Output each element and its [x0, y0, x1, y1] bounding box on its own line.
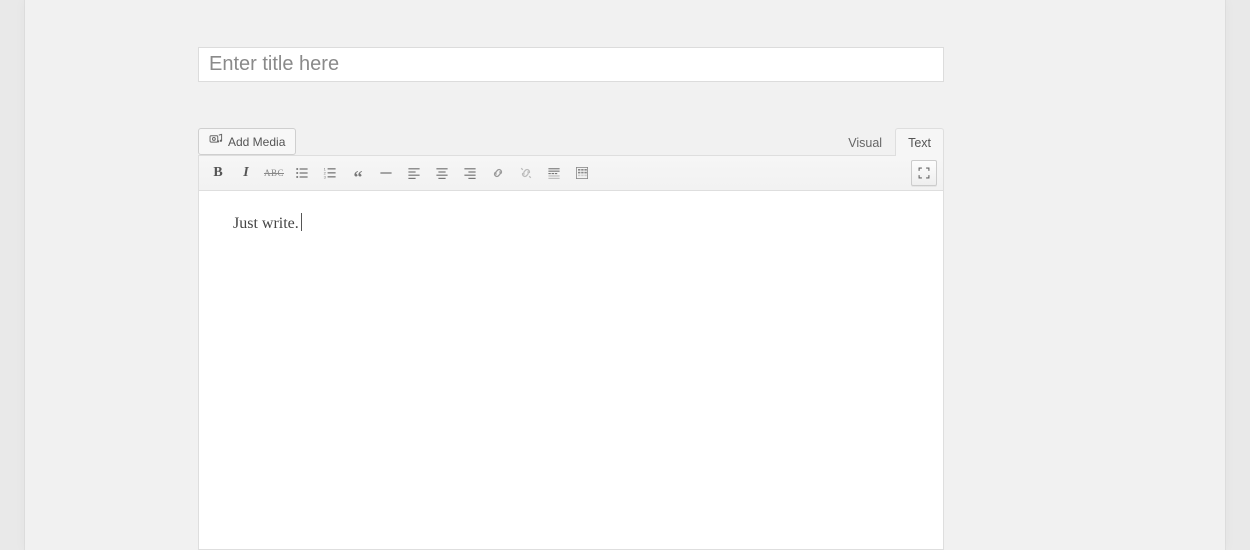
- page-wrap: Add Media Visual Text B I ABC: [25, 0, 1225, 550]
- link-icon: [490, 165, 506, 181]
- strikethrough-button[interactable]: ABC: [261, 160, 287, 186]
- horizontal-rule-button[interactable]: [373, 160, 399, 186]
- italic-button[interactable]: I: [233, 160, 259, 186]
- editor-content-area[interactable]: Just write.: [199, 191, 943, 549]
- editor-body-text: Just write.: [233, 215, 299, 232]
- tab-text[interactable]: Text: [895, 128, 944, 156]
- align-right-icon: [462, 165, 478, 181]
- align-right-button[interactable]: [457, 160, 483, 186]
- bold-button[interactable]: B: [205, 160, 231, 186]
- horizontal-rule-icon: [378, 165, 394, 181]
- insert-more-icon: [546, 165, 562, 181]
- bullet-list-icon: [294, 165, 310, 181]
- strikethrough-icon: ABC: [264, 168, 284, 178]
- align-center-button[interactable]: [429, 160, 455, 186]
- align-left-button[interactable]: [401, 160, 427, 186]
- editor-mode-tabs: Visual Text: [835, 127, 944, 155]
- editor-frame: B I ABC 1 2: [198, 155, 944, 550]
- add-media-label: Add Media: [228, 135, 285, 149]
- tab-visual[interactable]: Visual: [835, 128, 895, 156]
- align-center-icon: [434, 165, 450, 181]
- toolbar-toggle-button[interactable]: [569, 160, 595, 186]
- editor-toolbar: B I ABC 1 2: [199, 156, 943, 191]
- bold-icon: B: [213, 165, 222, 181]
- numbered-list-button[interactable]: 1 2 3: [317, 160, 343, 186]
- camera-music-icon: [209, 133, 223, 150]
- unlink-icon: [518, 165, 534, 181]
- post-title-input[interactable]: [198, 47, 944, 82]
- numbered-list-icon: 1 2 3: [322, 165, 338, 181]
- toolbar-toggle-icon: [574, 165, 590, 181]
- media-tabs-row: Add Media Visual Text: [198, 127, 944, 155]
- svg-text:3: 3: [324, 175, 327, 180]
- insert-more-button[interactable]: [541, 160, 567, 186]
- editor-column: Add Media Visual Text B I ABC: [198, 0, 944, 550]
- bullet-list-button[interactable]: [289, 160, 315, 186]
- unlink-button[interactable]: [513, 160, 539, 186]
- align-left-icon: [406, 165, 422, 181]
- fullscreen-icon: [917, 166, 931, 180]
- text-cursor: [301, 213, 302, 231]
- fullscreen-button[interactable]: [911, 160, 937, 186]
- blockquote-button[interactable]: “: [345, 160, 371, 186]
- italic-icon: I: [243, 165, 248, 181]
- insert-link-button[interactable]: [485, 160, 511, 186]
- add-media-button[interactable]: Add Media: [198, 128, 296, 155]
